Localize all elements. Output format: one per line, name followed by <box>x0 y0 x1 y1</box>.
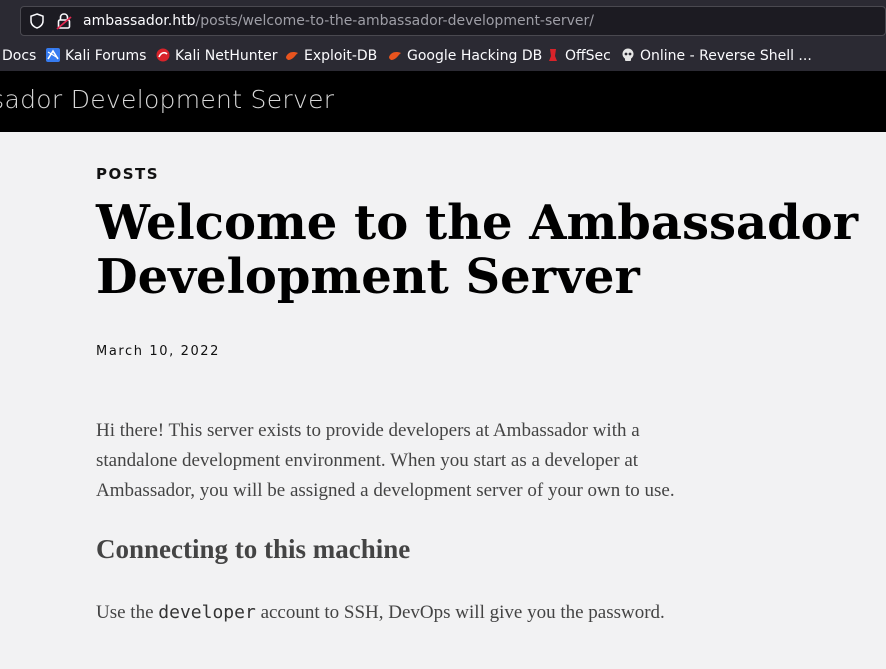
url-host: ambassador.htb <box>83 13 196 29</box>
kali-forums-icon <box>46 48 60 62</box>
url-text[interactable]: ambassador.htb/posts/welcome-to-the-amba… <box>83 12 594 30</box>
site-header: Ambassador Development Server <box>0 71 886 132</box>
exploit-db-icon <box>286 52 298 60</box>
post-title: Welcome to the Ambassador Development Se… <box>96 195 858 305</box>
post-date: March 10, 2022 <box>96 344 221 359</box>
ssh-text-after: account to SSH, DevOps will give you the… <box>255 602 665 623</box>
tracking-protection-shield-icon[interactable] <box>29 13 45 29</box>
bookmark-offsec[interactable]: OffSec <box>546 44 611 68</box>
ssh-username-code: developer <box>158 602 256 623</box>
bookmarks-toolbar: Docs Kali Forums Kali NetHunter Exploit-… <box>0 44 886 68</box>
bookmark-label: Google Hacking DB <box>407 48 543 64</box>
url-path: /posts/welcome-to-the-ambassador-develop… <box>195 13 595 29</box>
bookmark-kali-forums[interactable]: Kali Forums <box>46 44 146 68</box>
ssh-instructions-paragraph: Use the developer account to SSH, DevOps… <box>96 598 796 628</box>
bookmark-label: Exploit-DB <box>304 48 378 64</box>
bookmark-google-hacking-db[interactable]: Google Hacking DB <box>388 44 542 68</box>
ssh-text-before: Use the <box>96 602 159 623</box>
address-bar[interactable]: ambassador.htb/posts/welcome-to-the-amba… <box>20 6 886 36</box>
bookmark-label: OffSec <box>565 48 611 64</box>
insecure-lock-icon[interactable] <box>56 12 72 30</box>
bookmark-exploit-db[interactable]: Exploit-DB <box>285 44 377 68</box>
browser-toolbar: ambassador.htb/posts/welcome-to-the-amba… <box>0 0 886 71</box>
bookmark-kali-nethunter[interactable]: Kali NetHunter <box>156 44 277 68</box>
post-category[interactable]: POSTS <box>96 165 159 183</box>
bookmark-label: Online - Reverse Shell ... <box>640 48 812 64</box>
section-heading: Connecting to this machine <box>96 534 411 564</box>
site-title[interactable]: Ambassador Development Server <box>0 85 334 114</box>
post-intro-paragraph: Hi there! This server exists to provide … <box>96 420 675 501</box>
offsec-icon <box>549 49 557 61</box>
nethunter-icon <box>156 48 170 62</box>
bookmark-label: Kali NetHunter <box>175 48 278 64</box>
bookmark-docs[interactable]: Docs <box>2 44 36 68</box>
bookmark-label: Docs <box>2 48 37 64</box>
skull-icon <box>622 48 634 61</box>
bookmark-reverse-shell[interactable]: Online - Reverse Shell ... <box>621 44 812 68</box>
ghdb-icon <box>389 52 401 60</box>
bookmark-label: Kali Forums <box>65 48 147 64</box>
